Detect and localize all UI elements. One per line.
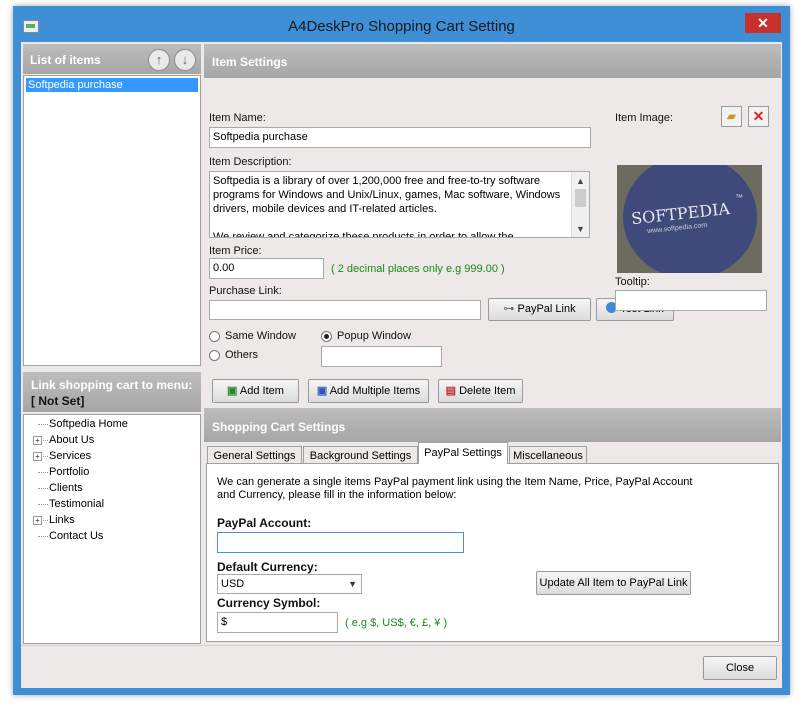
currency-symbol-input[interactable]: $: [217, 612, 338, 633]
item-image-preview: SOFTPEDIA ™ www.softpedia.com: [617, 165, 762, 273]
item-settings-header: Item Settings: [204, 44, 781, 78]
add-multiple-items-button[interactable]: ▣ Add Multiple Items: [308, 379, 429, 403]
purchase-link-label: Purchase Link:: [209, 285, 282, 297]
list-of-items-title: List of items: [30, 53, 101, 67]
item-settings-title: Item Settings: [212, 55, 288, 69]
tab-background-settings[interactable]: Background Settings: [303, 446, 418, 464]
scroll-up-icon: ▲: [576, 176, 585, 186]
paypal-account-label: PayPal Account:: [217, 516, 312, 530]
item-image-label: Item Image:: [615, 112, 674, 124]
move-down-button[interactable]: ↓: [174, 49, 196, 71]
cart-settings-header: Shopping Cart Settings: [204, 408, 781, 442]
item-price-input[interactable]: 0.00: [209, 258, 324, 279]
paypal-link-button[interactable]: ⊶ PayPal Link: [488, 298, 591, 321]
others-radio[interactable]: [209, 350, 220, 361]
link-menu-header: Link shopping cart to menu: [ Not Set]: [23, 372, 201, 412]
add-item-icon: ▣: [227, 385, 238, 397]
add-item-button[interactable]: ▣ Add Item: [212, 379, 299, 403]
window-title: A4DeskPro Shopping Cart Setting: [288, 18, 515, 35]
items-list[interactable]: Softpedia purchase: [23, 75, 201, 366]
menu-tree[interactable]: Softpedia Home + About Us + Services Portf…: [23, 414, 201, 644]
popup-window-label: Popup Window: [337, 330, 411, 342]
default-currency-label: Default Currency:: [217, 560, 318, 574]
item-description-text: Softpedia is a library of over 1,200,000…: [213, 175, 561, 238]
close-button[interactable]: Close: [703, 656, 777, 680]
window-close-button[interactable]: ✕: [745, 13, 781, 33]
currency-selected-value: USD: [221, 578, 245, 590]
same-window-label: Same Window: [225, 330, 296, 342]
purchase-link-input[interactable]: [209, 300, 481, 320]
popup-window-radio[interactable]: [321, 331, 332, 342]
update-all-paypal-button[interactable]: Update All Item to PayPal Link: [536, 571, 691, 595]
list-item[interactable]: Softpedia purchase: [26, 78, 198, 92]
item-price-label: Item Price:: [209, 245, 262, 257]
app-window: A4DeskPro Shopping Cart Setting ✕ List o…: [13, 6, 790, 695]
chevron-down-icon: ▼: [348, 579, 357, 589]
delete-item-icon: ▤: [445, 385, 457, 397]
arrow-down-icon: ↓: [181, 52, 189, 67]
list-of-items-header: List of items ↑ ↓: [23, 44, 201, 74]
price-hint: ( 2 decimal places only e.g 999.00 ): [331, 263, 505, 275]
item-description-textarea[interactable]: Softpedia is a library of over 1,200,000…: [209, 171, 590, 238]
paypal-settings-panel: We can generate a single items PayPal pa…: [206, 463, 779, 642]
link-menu-title: Link shopping cart to menu:: [31, 378, 193, 392]
tooltip-input[interactable]: [615, 290, 767, 311]
client-area: List of items ↑ ↓ Softpedia purchase Lin…: [21, 42, 782, 688]
item-description-label: Item Description:: [209, 156, 292, 168]
item-settings-panel: Item Name: Softpedia purchase Item Descr…: [204, 79, 781, 405]
scroll-down-icon: ▼: [576, 224, 585, 234]
same-window-radio[interactable]: [209, 331, 220, 342]
cart-settings-title: Shopping Cart Settings: [212, 420, 346, 434]
arrow-up-icon: ↑: [155, 52, 163, 67]
move-up-button[interactable]: ↑: [148, 49, 170, 71]
item-name-label: Item Name:: [209, 112, 266, 124]
currency-symbol-hint: ( e.g $, US$, €, £, ¥ ): [345, 617, 448, 629]
tab-miscellaneous[interactable]: Miscellaneous: [509, 446, 587, 464]
remove-image-icon[interactable]: ✕: [748, 106, 769, 127]
tooltip-label: Tooltip:: [615, 276, 650, 288]
open-folder-icon[interactable]: ▰: [721, 106, 742, 127]
others-input[interactable]: [321, 346, 442, 367]
default-currency-select[interactable]: USD ▼: [217, 574, 362, 594]
paypal-account-input[interactable]: [217, 532, 464, 553]
link-menu-value: [ Not Set]: [31, 394, 85, 408]
paypal-intro-text: We can generate a single items PayPal pa…: [217, 476, 693, 501]
others-label: Others: [225, 349, 259, 361]
description-scrollbar[interactable]: ▲ ▼: [571, 172, 589, 237]
link-chain-icon: ⊶: [503, 303, 515, 315]
dialog-footer: Close: [21, 645, 782, 688]
tab-general-settings[interactable]: General Settings: [207, 446, 302, 464]
item-name-input[interactable]: Softpedia purchase: [209, 127, 591, 148]
title-bar[interactable]: A4DeskPro Shopping Cart Setting ✕: [13, 6, 790, 42]
delete-item-button[interactable]: ▤ Delete Item: [438, 379, 523, 403]
tab-paypal-settings[interactable]: PayPal Settings: [418, 442, 508, 464]
currency-symbol-label: Currency Symbol:: [217, 596, 321, 610]
add-multiple-icon: ▣: [316, 385, 328, 397]
